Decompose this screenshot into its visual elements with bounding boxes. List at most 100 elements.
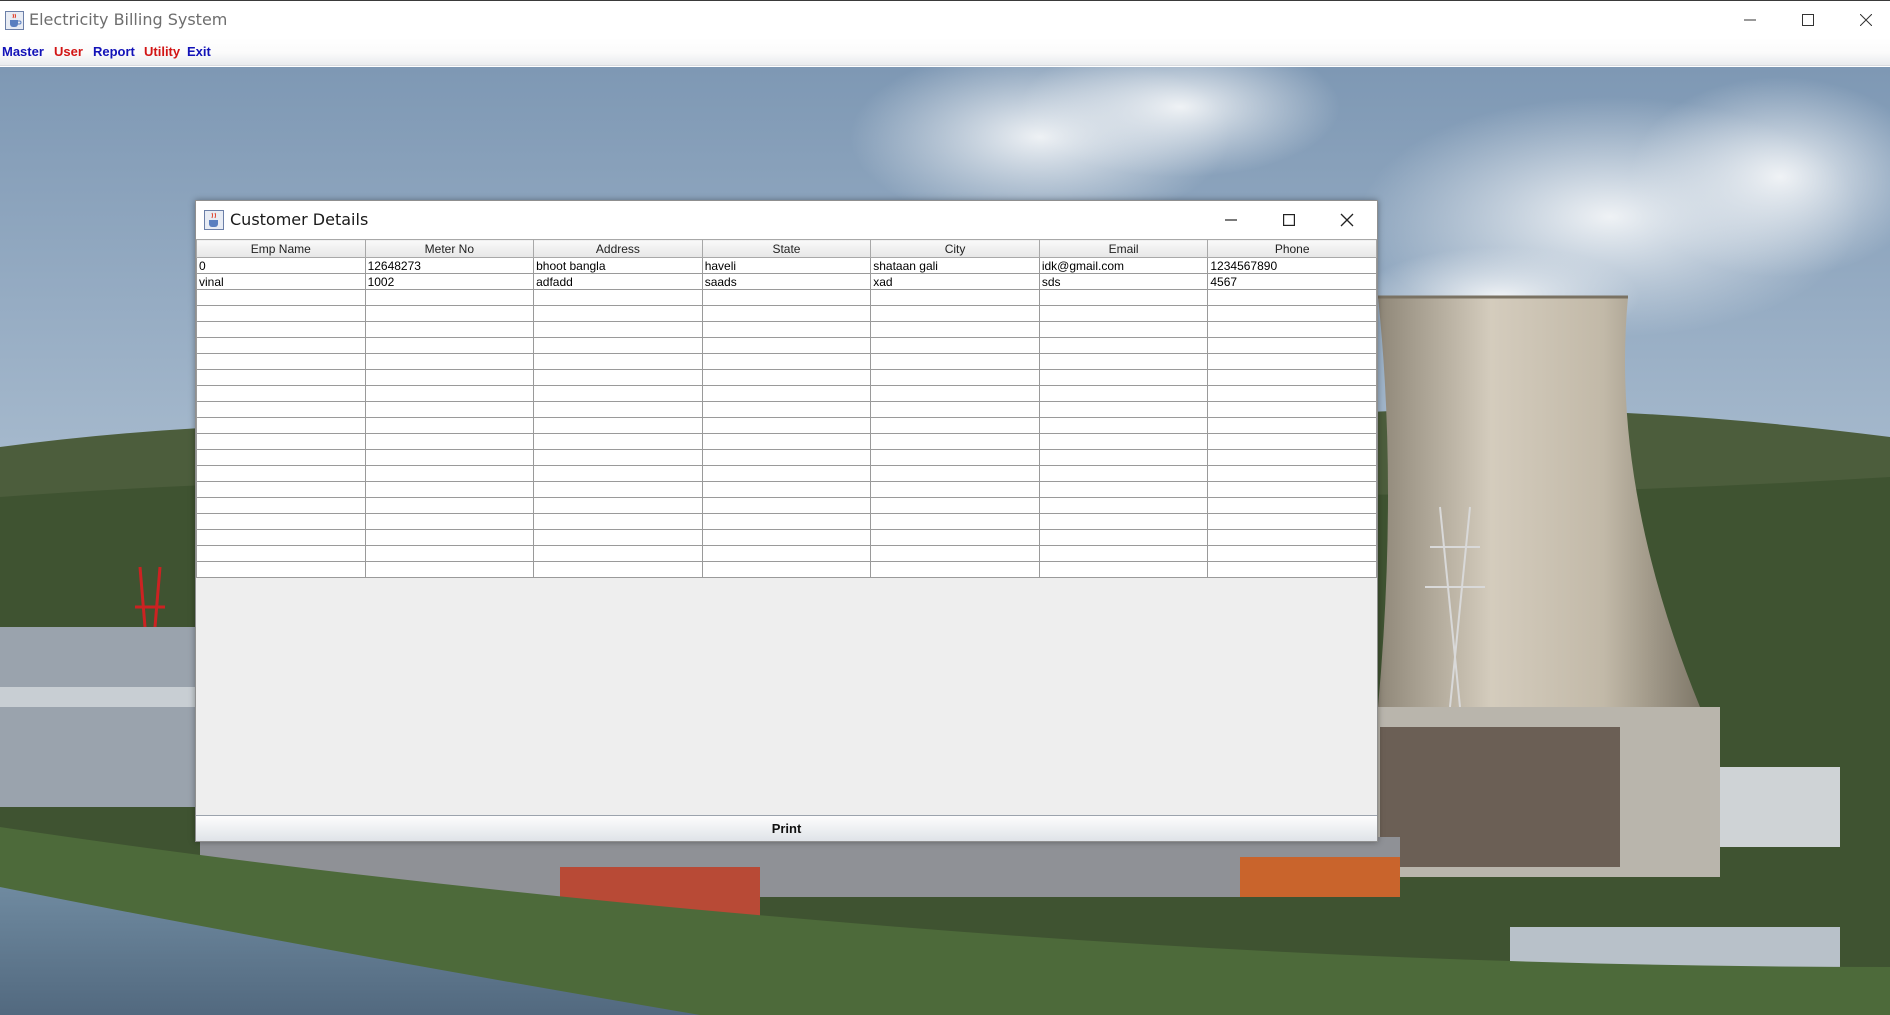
table-cell[interactable]: 0 — [196, 257, 366, 274]
empty-table-cell — [1038, 337, 1209, 354]
empty-table-cell — [533, 545, 703, 562]
table-cell[interactable]: haveli — [701, 257, 872, 274]
empty-table-cell — [1207, 369, 1377, 386]
print-button[interactable]: Print — [196, 815, 1377, 841]
empty-table-cell — [1207, 513, 1377, 530]
empty-table-cell — [701, 369, 872, 386]
empty-table-cell — [1207, 529, 1377, 546]
empty-table-cell — [870, 337, 1040, 354]
empty-table-cell — [1038, 433, 1209, 450]
empty-table-cell — [196, 513, 366, 530]
empty-table-cell — [701, 561, 872, 578]
empty-table-cell — [533, 561, 703, 578]
empty-table-cell — [364, 513, 535, 530]
empty-table-cell — [1038, 417, 1209, 434]
empty-table-row — [196, 385, 1377, 402]
empty-table-cell — [364, 465, 535, 482]
empty-table-cell — [1207, 449, 1377, 466]
empty-table-row — [196, 353, 1377, 370]
empty-table-cell — [1207, 465, 1377, 482]
column-header[interactable]: Emp Name — [196, 239, 366, 258]
dialog-close-button[interactable] — [1318, 201, 1376, 239]
empty-table-cell — [196, 561, 366, 578]
empty-table-cell — [870, 497, 1040, 514]
empty-table-row — [196, 417, 1377, 434]
table-cell[interactable]: saads — [701, 273, 872, 290]
empty-table-cell — [870, 465, 1040, 482]
empty-table-cell — [870, 305, 1040, 322]
column-header[interactable]: State — [701, 239, 872, 258]
empty-table-cell — [701, 513, 872, 530]
table-cell[interactable]: idk@gmail.com — [1038, 257, 1209, 274]
empty-table-row — [196, 321, 1377, 338]
menu-master[interactable]: Master — [1, 41, 45, 63]
customer-table[interactable]: Emp Name Meter No Address State City Ema… — [196, 239, 1377, 578]
column-header[interactable]: Email — [1038, 239, 1209, 258]
empty-table-row — [196, 449, 1377, 466]
empty-table-row — [196, 529, 1377, 546]
java-coffee-icon — [5, 11, 24, 30]
table-cell[interactable]: 4567 — [1207, 273, 1377, 290]
dialog-maximize-button[interactable] — [1260, 201, 1318, 239]
empty-table-row — [196, 513, 1377, 530]
empty-table-cell — [196, 337, 366, 354]
empty-table-cell — [1207, 385, 1377, 402]
dialog-minimize-button[interactable] — [1202, 201, 1260, 239]
empty-table-cell — [533, 401, 703, 418]
column-header[interactable]: Address — [533, 239, 703, 258]
empty-table-cell — [364, 305, 535, 322]
empty-table-cell — [1038, 529, 1209, 546]
empty-table-cell — [196, 529, 366, 546]
table-cell[interactable]: xad — [870, 273, 1040, 290]
maximize-button[interactable] — [1779, 1, 1837, 39]
menu-exit[interactable]: Exit — [186, 41, 212, 63]
empty-table-cell — [701, 337, 872, 354]
menu-utility[interactable]: Utility — [143, 41, 181, 63]
table-cell[interactable]: bhoot bangla — [533, 257, 703, 274]
table-cell[interactable]: sds — [1038, 273, 1209, 290]
column-header[interactable]: Meter No — [364, 239, 535, 258]
empty-table-cell — [1207, 353, 1377, 370]
empty-table-cell — [533, 465, 703, 482]
minimize-button[interactable] — [1721, 1, 1779, 39]
table-cell[interactable]: shataan gali — [870, 257, 1040, 274]
menu-report[interactable]: Report — [92, 41, 136, 63]
empty-table-cell — [1038, 497, 1209, 514]
empty-table-cell — [1038, 353, 1209, 370]
empty-table-cell — [701, 449, 872, 466]
empty-table-cell — [364, 529, 535, 546]
menu-user[interactable]: User — [53, 41, 84, 63]
empty-table-row — [196, 545, 1377, 562]
table-cell[interactable]: 12648273 — [364, 257, 535, 274]
table-cell[interactable]: vinal — [196, 273, 366, 290]
empty-table-cell — [364, 369, 535, 386]
customer-table-area: Emp Name Meter No Address State City Ema… — [196, 239, 1377, 779]
minimize-icon — [1744, 19, 1756, 21]
empty-table-cell — [196, 321, 366, 338]
table-cell[interactable]: adfadd — [533, 273, 703, 290]
table-row[interactable]: vinal 1002 adfadd saads xad sds 4567 — [196, 273, 1377, 290]
empty-table-cell — [870, 545, 1040, 562]
empty-table-cell — [1038, 305, 1209, 322]
empty-table-cell — [196, 545, 366, 562]
empty-table-cell — [1038, 545, 1209, 562]
column-header[interactable]: City — [870, 239, 1040, 258]
empty-table-cell — [1207, 497, 1377, 514]
empty-table-cell — [870, 401, 1040, 418]
empty-table-cell — [364, 481, 535, 498]
close-button[interactable] — [1837, 1, 1890, 39]
empty-table-cell — [1207, 289, 1377, 306]
table-cell[interactable]: 1234567890 — [1207, 257, 1377, 274]
empty-table-cell — [196, 465, 366, 482]
table-cell[interactable]: 1002 — [364, 273, 535, 290]
empty-table-row — [196, 401, 1377, 418]
empty-table-cell — [533, 513, 703, 530]
table-row[interactable]: 0 12648273 bhoot bangla haveli shataan g… — [196, 257, 1377, 274]
empty-table-cell — [701, 305, 872, 322]
empty-table-cell — [701, 353, 872, 370]
column-header[interactable]: Phone — [1207, 239, 1377, 258]
empty-table-cell — [701, 529, 872, 546]
empty-table-cell — [364, 289, 535, 306]
empty-table-cell — [701, 545, 872, 562]
customer-details-titlebar[interactable]: Customer Details — [196, 201, 1377, 239]
